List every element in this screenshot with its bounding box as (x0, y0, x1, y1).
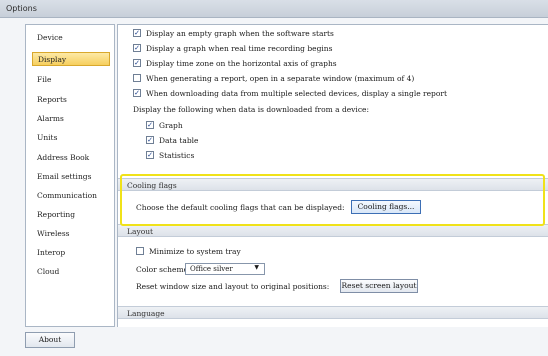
single-report-checkbox[interactable]: ✓ (133, 89, 141, 97)
download-heading: Display the following when data is downl… (133, 104, 369, 114)
color-scheme-select[interactable]: Office silver ▼ (185, 263, 265, 275)
sidebar-item-device[interactable]: Device (32, 31, 110, 45)
data-table-checkbox[interactable]: ✓ (146, 136, 154, 144)
sidebar-item-reports[interactable]: Reports (32, 93, 110, 107)
layout-header: Layout (118, 224, 548, 237)
option-time-zone[interactable]: ✓ Display time zone on the horizontal ax… (133, 57, 337, 69)
minimize-tray-checkbox[interactable] (136, 247, 144, 255)
sidebar-item-address-book[interactable]: Address Book (32, 151, 110, 165)
reset-screen-layout-button[interactable]: Reset screen layout (340, 279, 418, 293)
option-minimize-tray[interactable]: Minimize to system tray (136, 245, 241, 257)
option-statistics[interactable]: ✓ Statistics (146, 149, 194, 161)
option-single-report[interactable]: ✓ When downloading data from multiple se… (133, 87, 447, 99)
graph-checkbox[interactable]: ✓ (146, 121, 154, 129)
window-title: Options (0, 0, 548, 18)
option-empty-graph[interactable]: ✓ Display an empty graph when the softwa… (133, 27, 334, 39)
realtime-graph-checkbox[interactable]: ✓ (133, 44, 141, 52)
statistics-checkbox[interactable]: ✓ (146, 151, 154, 159)
display-settings-panel: ✓ Display an empty graph when the softwa… (117, 24, 548, 327)
sidebar-item-file[interactable]: File (32, 73, 110, 87)
options-sidebar: Device Display File Reports Alarms Units… (25, 24, 115, 327)
sidebar-item-wireless[interactable]: Wireless (32, 227, 110, 241)
sidebar-item-units[interactable]: Units (32, 131, 110, 145)
sidebar-item-cloud[interactable]: Cloud (32, 265, 110, 279)
option-data-table[interactable]: ✓ Data table (146, 134, 198, 146)
separate-window-checkbox[interactable] (133, 74, 141, 82)
sidebar-item-communication[interactable]: Communication (32, 189, 110, 203)
dropdown-arrow-icon: ▼ (254, 264, 259, 271)
cooling-flags-header: Cooling flags (118, 178, 548, 191)
option-separate-window[interactable]: When generating a report, open in a sepa… (133, 72, 414, 84)
cooling-flags-description: Choose the default cooling flags that ca… (136, 202, 345, 212)
about-button[interactable]: About (25, 332, 75, 348)
options-window: Options Device Display File Reports Alar… (0, 0, 548, 356)
sidebar-item-display[interactable]: Display (32, 52, 110, 66)
option-graph[interactable]: ✓ Graph (146, 119, 183, 131)
sidebar-item-email-settings[interactable]: Email settings (32, 170, 110, 184)
cooling-flags-button[interactable]: Cooling flags... (351, 200, 421, 214)
reset-layout-label: Reset window size and layout to original… (136, 281, 330, 291)
color-scheme-label: Color scheme: (136, 264, 191, 274)
sidebar-item-alarms[interactable]: Alarms (32, 112, 110, 126)
empty-graph-checkbox[interactable]: ✓ (133, 29, 141, 37)
time-zone-checkbox[interactable]: ✓ (133, 59, 141, 67)
sidebar-item-reporting[interactable]: Reporting (32, 208, 110, 222)
option-realtime-graph[interactable]: ✓ Display a graph when real time recordi… (133, 42, 332, 54)
sidebar-item-interop[interactable]: Interop (32, 246, 110, 260)
language-header: Language (118, 306, 548, 319)
